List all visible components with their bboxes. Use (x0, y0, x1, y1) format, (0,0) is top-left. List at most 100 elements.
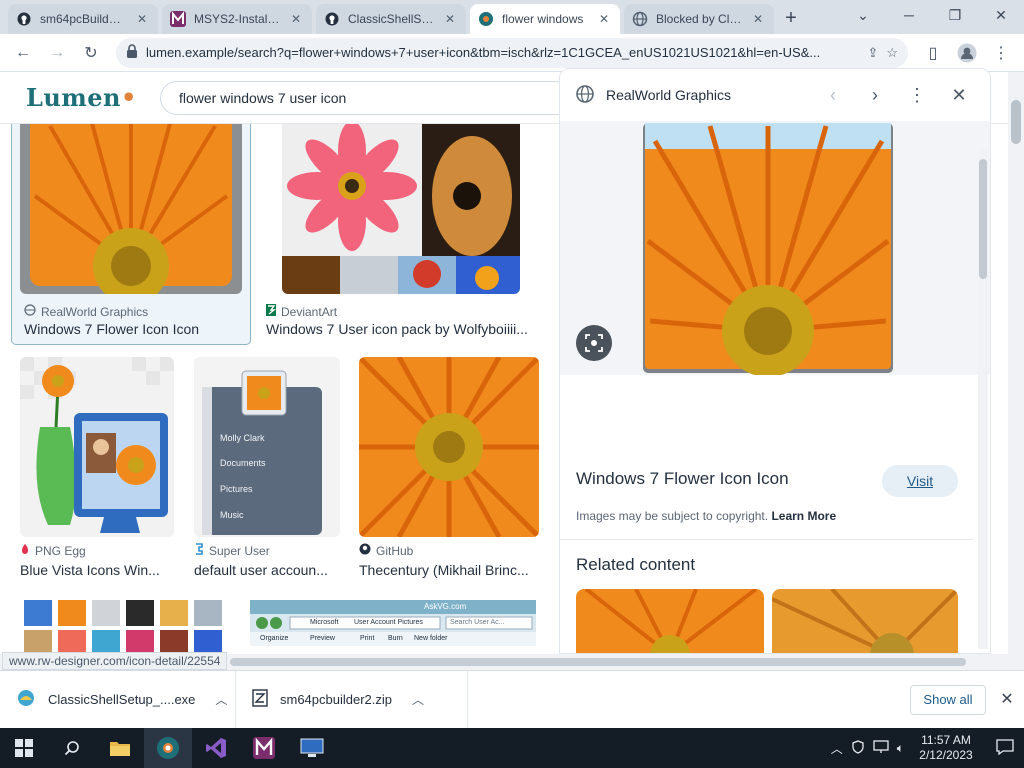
restore-icon[interactable]: ❐ (932, 0, 978, 30)
result-title[interactable]: default user accoun... (194, 562, 344, 578)
result-source: Super User (194, 543, 270, 558)
sidebar-icon[interactable]: ▯ (918, 38, 948, 68)
profile-avatar-icon[interactable] (952, 38, 982, 68)
back-icon[interactable]: ← (8, 38, 38, 68)
tab-title: sm64pcBuilder2 (40, 12, 126, 26)
result-thumbnail[interactable] (20, 357, 174, 537)
letter-m-icon (170, 11, 186, 27)
visit-button[interactable]: Visit (882, 465, 958, 497)
tab-flower-windows[interactable]: flower windows ✕ (470, 4, 620, 34)
result-thumbnail[interactable] (359, 357, 539, 537)
more-options-icon[interactable]: ⋮ (902, 80, 932, 110)
image-result-card[interactable] (24, 600, 224, 654)
learn-more-link[interactable]: Learn More (771, 509, 836, 523)
result-title[interactable]: Windows 7 Flower Icon Icon (24, 321, 238, 337)
image-result-card[interactable]: DeviantArt Windows 7 User icon pack by W… (262, 124, 542, 344)
tab-classicshellsetup[interactable]: ClassicShellSetu ✕ (316, 4, 466, 34)
related-thumbnail[interactable] (576, 589, 764, 653)
file-explorer-icon[interactable] (96, 728, 144, 768)
chevron-up-icon[interactable]: ︿ (215, 691, 227, 708)
tab-msys2[interactable]: MSYS2-Installati ✕ (162, 4, 312, 34)
download-filename[interactable]: ClassicShellSetup_....exe (48, 692, 195, 707)
image-result-card[interactable]: GitHub Thecentury (Mikhail Brinc... (359, 357, 543, 587)
result-thumbnail[interactable] (282, 124, 520, 294)
preview-source[interactable]: RealWorld Graphics (606, 87, 806, 103)
window-close-icon[interactable]: ✕ (978, 0, 1024, 30)
clock[interactable]: 11:57 AM 2/12/2023 (912, 733, 980, 763)
result-thumbnail[interactable]: Molly Clark Documents Pictures Music (194, 357, 340, 537)
start-icon[interactable] (0, 728, 48, 768)
download-item[interactable]: ClassicShellSetup_....exe ︿ (0, 670, 236, 729)
close-icon[interactable]: ✕ (288, 11, 304, 27)
start-menu-item: Documents (220, 458, 266, 468)
result-thumbnail[interactable] (20, 124, 242, 294)
preview-image[interactable] (560, 121, 990, 377)
result-title[interactable]: Blue Vista Icons Win... (20, 562, 178, 578)
chevron-left-icon[interactable]: ‹ (818, 80, 848, 110)
scrollbar-thumb[interactable] (1011, 100, 1021, 144)
address-bar[interactable]: lumen.example/search?q=flower+windows+7+… (116, 37, 908, 68)
deviantart-icon (266, 304, 276, 319)
tab-search-icon[interactable]: ⌄ (840, 0, 886, 30)
tab-blocked-by-cloud[interactable]: Blocked by Clou ✕ (624, 4, 774, 34)
search-icon[interactable] (48, 728, 96, 768)
installer-icon (16, 688, 36, 711)
tab-sm64pcbuilder2[interactable]: sm64pcBuilder2 ✕ (8, 4, 158, 34)
image-result-card[interactable]: RealWorld Graphics Windows 7 Flower Icon… (11, 124, 251, 345)
scrollbar-thumb[interactable] (979, 159, 987, 279)
close-icon[interactable]: ✕ (442, 11, 458, 27)
explorer-button: Organize (260, 635, 289, 642)
result-source: DeviantArt (266, 304, 337, 319)
close-icon[interactable]: ✕ (134, 11, 150, 27)
flower-image (20, 124, 242, 294)
lens-search-icon[interactable] (576, 325, 612, 361)
result-title[interactable]: Thecentury (Mikhail Brinc... (359, 562, 539, 578)
image-result-card[interactable]: Molly Clark Documents Pictures Music Sup… (194, 357, 344, 587)
network-icon[interactable] (873, 739, 889, 757)
scrollbar-thumb[interactable] (230, 658, 966, 666)
show-all-downloads-button[interactable]: Show all (910, 685, 986, 715)
chevron-up-icon[interactable]: ︿ (831, 740, 843, 757)
image-result-card[interactable]: PNG Egg Blue Vista Icons Win... (20, 357, 180, 587)
flower-image (359, 357, 539, 537)
globe-icon (576, 84, 594, 106)
close-icon[interactable]: ✕ (596, 11, 612, 27)
start-menu-item: Pictures (220, 484, 253, 494)
download-filename[interactable]: sm64pcbuilder2.zip (280, 692, 392, 707)
close-icon[interactable]: ✕ (996, 689, 1018, 711)
browser-toolbar: ← → ↻ lumen.example/search?q=flower+wind… (0, 34, 1024, 72)
notifications-icon[interactable] (996, 738, 1014, 758)
browser-menu-icon[interactable]: ⋮ (986, 38, 1016, 68)
preview-scrollbar[interactable] (978, 149, 988, 649)
volume-icon[interactable]: 🔈︎ (897, 741, 904, 756)
related-thumbnail[interactable] (772, 589, 958, 653)
minimize-icon[interactable]: ─ (886, 0, 932, 30)
close-icon[interactable]: ✕ (750, 11, 766, 27)
bookmark-star-icon[interactable]: ☆ (886, 45, 898, 61)
search-engine-wordmark[interactable]: Lumen• (26, 83, 160, 112)
new-tab-button[interactable]: + (778, 4, 804, 34)
shield-icon[interactable] (851, 739, 865, 757)
chevron-right-icon[interactable]: › (860, 80, 890, 110)
forward-icon[interactable]: → (42, 38, 72, 68)
share-icon[interactable]: ⇪ (867, 45, 878, 61)
download-item[interactable]: sm64pcbuilder2.zip ︿ (236, 670, 468, 729)
letter-m-icon[interactable] (240, 728, 288, 768)
reload-icon[interactable]: ↻ (76, 38, 106, 68)
ide-icon[interactable] (192, 728, 240, 768)
github-icon (359, 543, 371, 558)
pngegg-icon (20, 543, 30, 558)
explorer-path-segment: User Account Pictures (354, 619, 423, 626)
explorer-button: Burn (388, 635, 403, 642)
close-icon[interactable]: ✕ (944, 80, 974, 110)
result-title[interactable]: Windows 7 User icon pack by Wolfyboiiii.… (266, 321, 538, 337)
chevron-up-icon[interactable]: ︿ (412, 691, 424, 708)
preview-title[interactable]: Windows 7 Flower Icon Icon (576, 469, 789, 489)
address-url[interactable]: lumen.example/search?q=flower+windows+7+… (146, 45, 859, 60)
lock-icon[interactable] (126, 44, 138, 61)
browser-taskbar-icon[interactable] (144, 728, 192, 768)
remote-desktop-icon[interactable] (288, 728, 336, 768)
image-result-card[interactable]: AskVG.com Microsoft User Account Picture… (250, 600, 536, 654)
preview-header: RealWorld Graphics ‹ › ⋮ ✕ (560, 69, 990, 121)
page-vertical-scrollbar[interactable] (1008, 72, 1024, 654)
